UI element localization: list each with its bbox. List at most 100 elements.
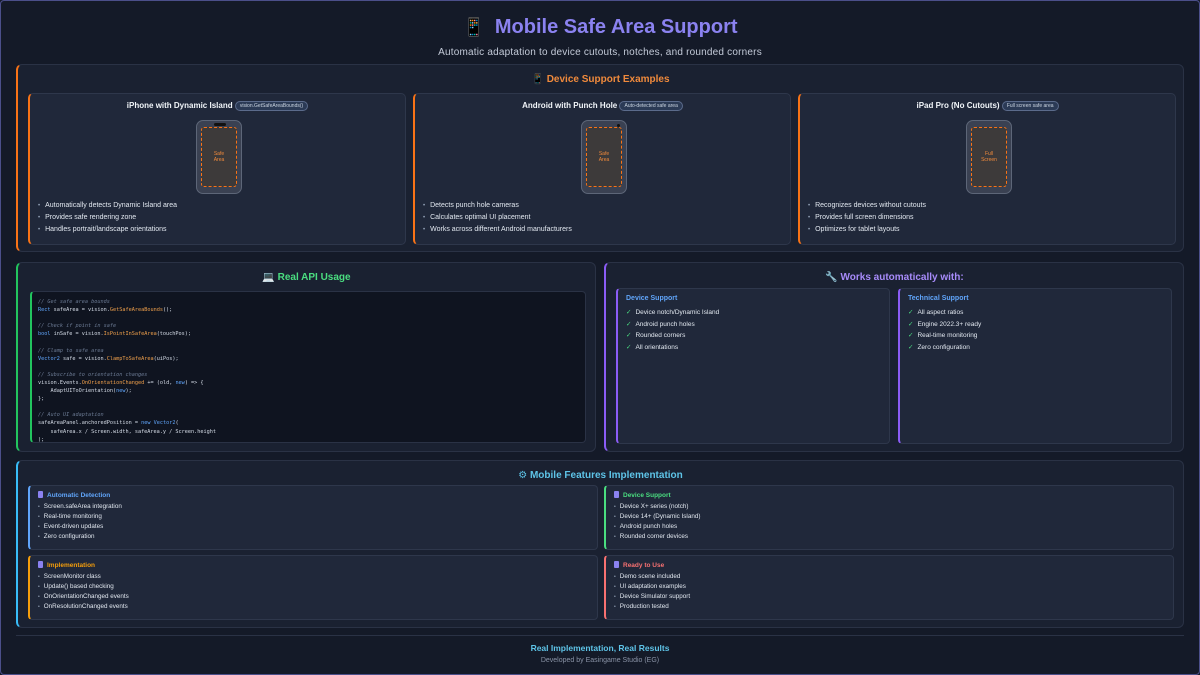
list-item: Demo scene included: [614, 573, 1165, 580]
wrench-icon: 🔧: [825, 272, 838, 283]
check-icon: ✓: [908, 332, 914, 340]
check-icon: ✓: [908, 320, 914, 328]
code-line: // Clamp to safe area: [38, 347, 104, 354]
list-item: Automatically detects Dynamic Island are…: [38, 202, 177, 209]
mobile-phone-icon: 📱: [531, 74, 544, 85]
list-item: Event-driven updates: [38, 523, 589, 530]
box-title: Implementation: [47, 562, 96, 569]
footer-tagline: Real Implementation, Real Results: [530, 643, 670, 653]
phone-illustration: Safe Area: [196, 120, 242, 194]
device-support-section: 📱 Device Support Examples iPhone with Dy…: [16, 64, 1184, 252]
phone-illustration: Safe Area: [581, 120, 627, 194]
page-subtitle: Automatic adaptation to device cutouts, …: [438, 47, 762, 58]
section-title: 🔧 Works automatically with:: [825, 272, 964, 283]
code-block: // Get safe area bounds Rect safeArea = v…: [30, 291, 586, 443]
list-item: ✓ All orientations: [626, 344, 679, 352]
tablet-illustration: Full Screen: [966, 120, 1012, 194]
check-icon: ✓: [626, 320, 632, 328]
check-icon: ✓: [626, 332, 632, 340]
mobile-phone-icon: [614, 561, 619, 568]
list-item: Device X+ series (notch): [614, 503, 1165, 510]
list-item: Provides full screen dimensions: [808, 214, 926, 221]
footer-divider: [16, 635, 1184, 636]
code-line: safeArea.x / Screen.width, safeArea.y / …: [38, 428, 217, 435]
api-usage-section: 💻 Real API Usage // Get safe area bounds…: [16, 262, 596, 452]
list-item: ✓ Rounded corners: [626, 332, 686, 340]
box-title: Ready to Use: [623, 562, 665, 569]
api-badge: Full screen safe area: [1001, 101, 1059, 111]
box-title: Automatic Detection: [47, 492, 111, 499]
api-badge: vision.GetSafeAreaBounds(): [234, 101, 309, 111]
page-footer: Real Implementation, Real Results Develo…: [0, 643, 1200, 664]
technical-support-box: Technical Support ✓ All aspect ratios ✓ En…: [898, 288, 1172, 444]
mobile-phone-icon: [38, 491, 43, 498]
feature-box-device-support: Device Support Device X+ series (notch) …: [604, 485, 1174, 550]
list-item: Zero configuration: [38, 533, 589, 540]
safe-area-screen: Safe Area: [201, 127, 237, 187]
code-line: );: [38, 436, 45, 443]
list-item: ✓ Zero configuration: [908, 344, 970, 352]
code-line: bool inSafe = vision.IsPointInSafeArea(t…: [38, 331, 192, 338]
feature-box-ready-to-use: Ready to Use Demo scene included UI adap…: [604, 555, 1174, 620]
list-item: ✓ Device notch/Dynamic Island: [626, 309, 720, 316]
feature-list: Detects punch hole cameras Calculates op…: [423, 202, 572, 238]
api-badge: Auto-detected safe area: [619, 101, 683, 111]
list-item: Update() based checking: [38, 583, 589, 590]
feature-box-automatic-detection: Automatic Detection Screen.safeArea inte…: [28, 485, 598, 550]
feature-box-implementation: Implementation ScreenMonitor class Updat…: [28, 555, 598, 620]
feature-list: Automatically detects Dynamic Island are…: [38, 202, 177, 238]
box-title: Device Support: [626, 295, 678, 302]
list-item: Device 14+ (Dynamic Island): [614, 513, 1165, 520]
list-item: ScreenMonitor class: [38, 573, 589, 580]
device-card-title: iPad Pro (No Cutouts): [916, 101, 1000, 111]
section-title: 💻 Real API Usage: [262, 272, 351, 283]
check-icon: ✓: [626, 309, 632, 316]
list-item: Handles portrait/landscape orientations: [38, 226, 177, 233]
check-icon: ✓: [908, 309, 914, 316]
mobile-phone-icon: [38, 561, 43, 568]
code-line: // Check if point in safe: [38, 323, 117, 330]
list-item: ✓ Real-time monitoring: [908, 332, 978, 340]
list-item: Recognizes devices without cutouts: [808, 202, 926, 209]
section-title: ⚙ Mobile Features Implementation: [518, 470, 683, 481]
list-item: OnOrientationChanged events: [38, 593, 589, 600]
code-line: // Get safe area bounds: [38, 299, 110, 305]
mobile-phone-icon: 📱: [462, 17, 485, 37]
works-automatically-section: 🔧 Works automatically with: Device Suppo…: [604, 262, 1184, 452]
list-item: Device Simulator support: [614, 593, 1165, 600]
device-card-title: Android with Punch Hole: [522, 101, 618, 111]
code-line: };: [38, 396, 45, 403]
device-support-box: Device Support ✓ Device notch/Dynamic Isl…: [616, 288, 890, 444]
footer-credit: Developed by Easingame Studio (EG): [540, 657, 660, 664]
safe-area-screen: Safe Area: [586, 127, 622, 187]
device-card-ipad: iPad Pro (No Cutouts) Full screen safe a…: [798, 93, 1176, 245]
list-item: UI adaptation examples: [614, 583, 1165, 590]
laptop-icon: 💻: [262, 272, 275, 283]
check-icon: ✓: [908, 344, 914, 352]
code-line: safeAreaPanel.anchoredPosition = new Vec…: [38, 420, 179, 427]
section-title: 📱 Device Support Examples: [531, 74, 670, 85]
list-item: Works across different Android manufactu…: [423, 226, 572, 233]
code-line: vision.Events.OnOrientationChanged += (o…: [38, 379, 204, 386]
features-implementation-section: ⚙ Mobile Features Implementation Automat…: [16, 460, 1184, 628]
check-icon: ✓: [626, 344, 632, 352]
code-line: // Subscribe to orientation changes: [38, 371, 148, 378]
device-card-android: Android with Punch Hole Auto-detected sa…: [413, 93, 791, 245]
full-screen-area: Full Screen: [971, 127, 1007, 187]
list-item: Calculates optimal UI placement: [423, 214, 572, 221]
page-header: 📱 Mobile Safe Area Support Automatic ada…: [0, 16, 1200, 58]
mobile-phone-icon: [614, 491, 619, 498]
box-title: Device Support: [623, 492, 671, 499]
code-line: Vector2 safe = vision.ClampToSafeArea(ui…: [38, 355, 179, 362]
box-title: Technical Support: [908, 295, 969, 302]
list-item: Real-time monitoring: [38, 513, 589, 520]
list-item: OnResolutionChanged events: [38, 603, 589, 610]
device-card-title: iPhone with Dynamic Island: [126, 101, 233, 111]
page-title: 📱 Mobile Safe Area Support: [462, 16, 737, 39]
list-item: ✓ Engine 2022.3+ ready: [908, 320, 982, 328]
list-item: Production tested: [614, 603, 1165, 610]
code-line: AdaptUIToOrientation(new);: [38, 388, 132, 395]
